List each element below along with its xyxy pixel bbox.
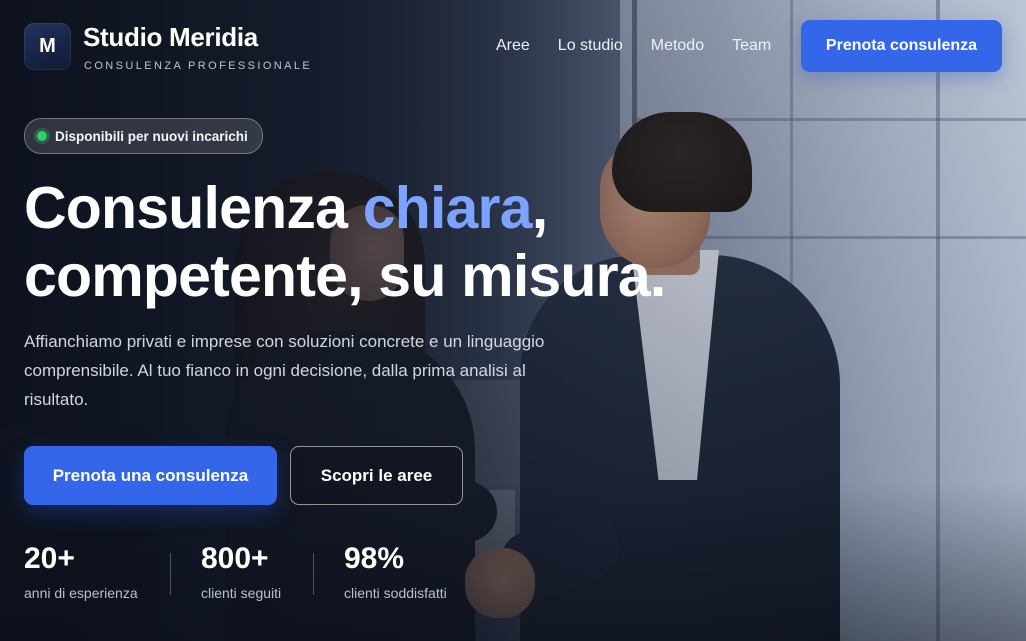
status-dot-icon	[37, 131, 47, 141]
stat-value: 800+	[201, 542, 269, 575]
stat-label: clienti soddisfatti	[344, 585, 447, 601]
brand-tagline: CONSULENZA PROFESSIONALE	[84, 60, 313, 72]
headline-line2: competente, su misura.	[24, 243, 666, 309]
stat-divider	[313, 553, 314, 595]
monogram-logo-icon[interactable]: M	[24, 23, 71, 70]
nav-item-team[interactable]: Team	[732, 37, 771, 55]
stat-value: 20+	[24, 542, 75, 575]
nav-item-lo-studio[interactable]: Lo studio	[558, 37, 623, 55]
headline-part1: Consulenza	[24, 175, 363, 241]
headline-accent: chiara	[362, 175, 533, 241]
hero-section: M Studio Meridia CONSULENZA PROFESSIONAL…	[0, 0, 1026, 641]
stat-experience: 20+ anni di esperienza	[24, 542, 138, 601]
nav-item-aree[interactable]: Aree	[496, 37, 530, 55]
discover-areas-button[interactable]: Scopri le aree	[290, 446, 463, 505]
stat-label: clienti seguiti	[201, 585, 282, 601]
book-consultation-button[interactable]: Prenota consulenza	[801, 20, 1002, 72]
brand-name[interactable]: Studio Meridia	[83, 22, 258, 53]
nav-item-metodo[interactable]: Metodo	[651, 37, 704, 55]
hero-headline: Consulenza chiara, competente, su misura…	[24, 174, 724, 310]
stat-label: anni di esperienza	[24, 585, 138, 601]
stat-value: 98%	[344, 542, 405, 575]
headline-part2: ,	[531, 175, 548, 241]
availability-badge-label: Disponibili per nuovi incarichi	[55, 128, 248, 144]
stat-satisfaction: 98% clienti soddisfatti	[344, 542, 447, 601]
availability-badge: Disponibili per nuovi incarichi	[24, 118, 263, 154]
hero-lead-text: Affianchiamo privati e imprese con soluz…	[24, 332, 545, 409]
hero-overlay-bottom	[0, 481, 1026, 641]
main-nav: Aree Lo studio Metodo Team	[496, 37, 799, 55]
stat-divider	[170, 553, 171, 595]
stat-clients: 800+ clienti seguiti	[201, 542, 281, 601]
book-a-consultation-button[interactable]: Prenota una consulenza	[24, 446, 277, 505]
